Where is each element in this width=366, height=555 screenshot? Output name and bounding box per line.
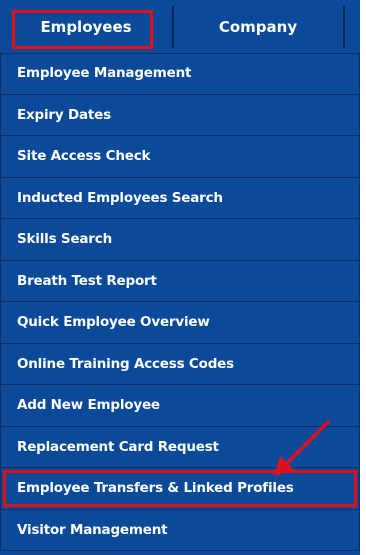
menu-item-expiry-dates[interactable]: Expiry Dates	[0, 94, 360, 136]
menu-item-label: Expiry Dates	[17, 106, 111, 123]
menu-item-inducted-employees-search[interactable]: Inducted Employees Search	[0, 177, 360, 219]
menu-item-skills-search[interactable]: Skills Search	[0, 219, 360, 261]
menu-item-label: Employee Management	[17, 65, 192, 82]
menu-item-label: Breath Test Report	[17, 272, 157, 289]
menu-item-visitor-management[interactable]: Visitor Management	[0, 509, 360, 551]
menu-item-label: Inducted Employees Search	[17, 189, 223, 206]
menu-item-label: Visitor Management	[17, 521, 168, 538]
tab-company[interactable]: Company	[173, 0, 343, 53]
menu-item-label: Quick Employee Overview	[17, 314, 210, 331]
menu-item-employee-management[interactable]: Employee Management	[0, 53, 360, 95]
menu-item-site-access-check[interactable]: Site Access Check	[0, 136, 360, 178]
menu-item-label: Site Access Check	[17, 148, 151, 165]
menu-item-breath-test-report[interactable]: Breath Test Report	[0, 260, 360, 302]
menu-item-label: Online Training Access Codes	[17, 355, 234, 372]
menu-item-label: Add New Employee	[17, 397, 160, 414]
menu-item-label: Skills Search	[17, 231, 112, 248]
tab-divider	[343, 6, 345, 48]
tab-bar: Employees Company	[0, 0, 360, 54]
employees-menu-panel: Employees Company Employee Management Ex…	[0, 0, 360, 555]
menu-item-label: Employee Transfers & Linked Profiles	[17, 480, 294, 497]
red-arrow-icon	[274, 420, 330, 476]
menu-item-online-training-access-codes[interactable]: Online Training Access Codes	[0, 343, 360, 385]
menu-item-label: Replacement Card Request	[17, 438, 219, 455]
menu-item-quick-employee-overview[interactable]: Quick Employee Overview	[0, 302, 360, 344]
annotation-highlight-tab	[12, 10, 153, 49]
tab-company-label: Company	[218, 17, 298, 36]
